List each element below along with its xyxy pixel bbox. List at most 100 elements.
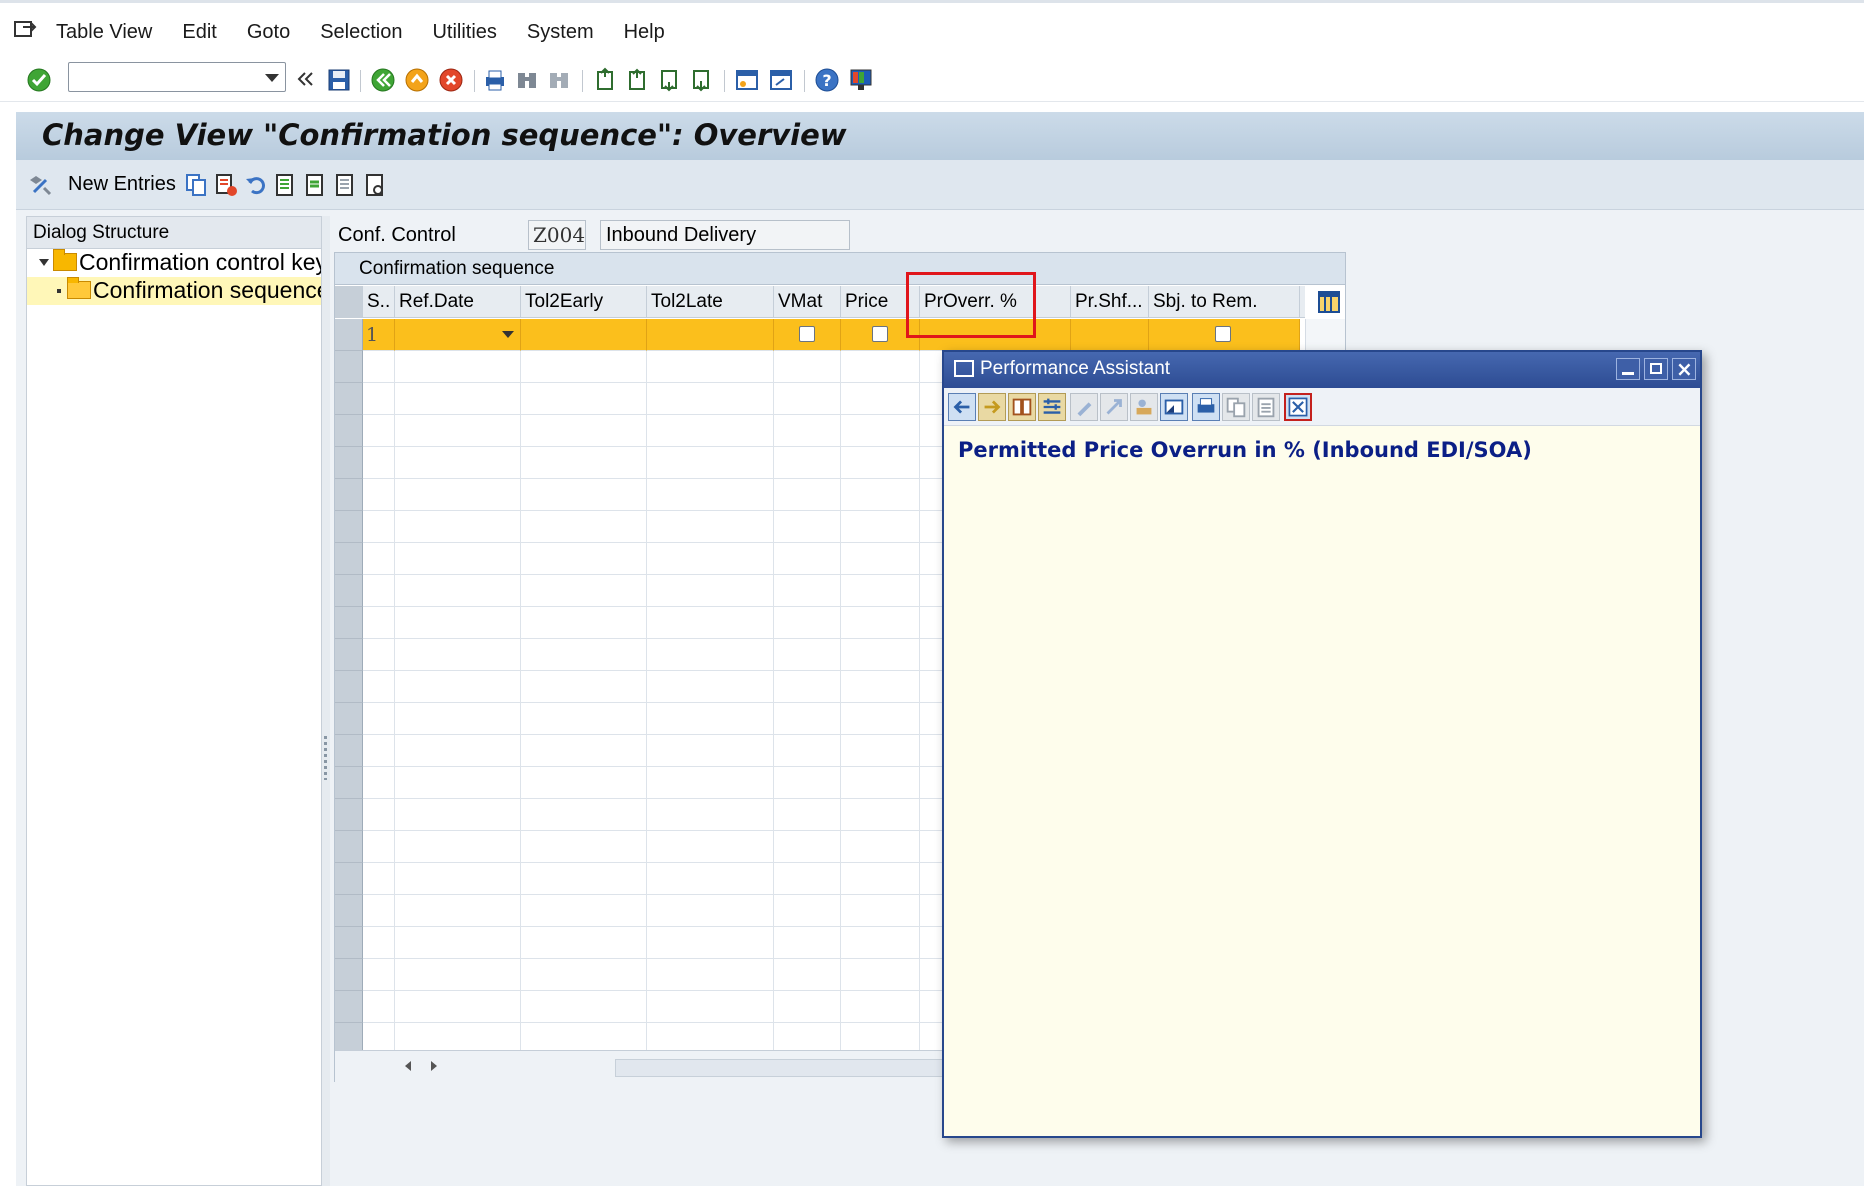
edit-icon[interactable]	[1070, 393, 1098, 421]
cell-seq[interactable]	[363, 959, 395, 991]
back-icon[interactable]	[370, 67, 396, 93]
cell-price[interactable]	[841, 895, 920, 927]
cell-tol-early[interactable]	[521, 799, 647, 831]
print-icon[interactable]	[482, 67, 508, 93]
cell-price[interactable]	[841, 735, 920, 767]
column-header-tol-early[interactable]: Tol2Early	[521, 286, 647, 318]
cell-vmat[interactable]	[774, 511, 841, 543]
cell-vmat[interactable]	[774, 447, 841, 479]
cell-tol-late[interactable]	[647, 415, 774, 447]
cell-vmat[interactable]	[774, 767, 841, 799]
cell-seq[interactable]	[363, 575, 395, 607]
cell-ref-date[interactable]	[395, 575, 521, 607]
menu-utilities[interactable]: Utilities	[432, 21, 496, 44]
maximize-button[interactable]	[1644, 358, 1668, 380]
cell-price[interactable]	[841, 831, 920, 863]
cell-vmat[interactable]	[774, 639, 841, 671]
cell-price[interactable]	[841, 959, 920, 991]
cell-sbj-rem[interactable]	[1149, 319, 1300, 351]
cell-ref-date[interactable]	[395, 831, 521, 863]
cell-tol-early[interactable]	[521, 863, 647, 895]
row-selector[interactable]	[335, 703, 363, 735]
row-selector[interactable]	[335, 447, 363, 479]
cell-tol-late[interactable]	[647, 831, 774, 863]
row-selector[interactable]	[335, 671, 363, 703]
print-help-icon[interactable]	[1192, 393, 1220, 421]
last-page-icon[interactable]	[688, 67, 714, 93]
cell-tol-early[interactable]	[521, 671, 647, 703]
expand-icon[interactable]	[1160, 393, 1188, 421]
cell-prshf[interactable]	[1071, 319, 1149, 351]
cell-seq[interactable]	[363, 799, 395, 831]
menu-system[interactable]: System	[527, 21, 594, 44]
cell-ref-date[interactable]	[395, 927, 521, 959]
select-all-rows[interactable]	[335, 286, 363, 318]
cell-seq[interactable]	[363, 383, 395, 415]
cell-vmat[interactable]	[774, 543, 841, 575]
cell-ref-date[interactable]	[395, 447, 521, 479]
cell-tol-late[interactable]	[647, 575, 774, 607]
cell-ref-date[interactable]	[395, 479, 521, 511]
cell-ref-date[interactable]	[395, 895, 521, 927]
undo-icon[interactable]	[244, 173, 268, 197]
copy-as-icon[interactable]	[184, 173, 208, 197]
cell-tol-late[interactable]	[647, 895, 774, 927]
cell-tol-late[interactable]	[647, 543, 774, 575]
cell-vmat[interactable]	[774, 735, 841, 767]
cell-tol-late[interactable]	[647, 447, 774, 479]
cell-tol-early[interactable]	[521, 319, 647, 351]
documentation-icon[interactable]	[1008, 393, 1036, 421]
display-change-icon[interactable]	[26, 172, 54, 198]
cell-tol-early[interactable]	[521, 351, 647, 383]
row-selector[interactable]	[335, 831, 363, 863]
select-all-icon[interactable]	[274, 173, 298, 197]
cell-ref-date[interactable]	[395, 383, 521, 415]
cell-price[interactable]	[841, 351, 920, 383]
cell-price[interactable]	[841, 671, 920, 703]
close-button[interactable]: ×	[1672, 357, 1696, 381]
minimize-button[interactable]	[1616, 358, 1640, 380]
cell-vmat[interactable]	[774, 383, 841, 415]
cell-tol-early[interactable]	[521, 383, 647, 415]
cancel-icon[interactable]	[438, 67, 464, 93]
cell-tol-early[interactable]	[521, 511, 647, 543]
exit-icon[interactable]	[404, 67, 430, 93]
cell-ref-date[interactable]	[395, 703, 521, 735]
tree-item-confirmation-sequence[interactable]: Confirmation sequence	[27, 277, 321, 305]
cell-tol-early[interactable]	[521, 447, 647, 479]
menu-selection[interactable]: Selection	[320, 21, 402, 44]
variant-icon[interactable]	[364, 173, 388, 197]
cell-tol-late[interactable]	[647, 383, 774, 415]
row-selector[interactable]	[335, 543, 363, 575]
cell-tol-late[interactable]	[647, 991, 774, 1023]
cell-tol-early[interactable]	[521, 639, 647, 671]
cell-ref-date[interactable]	[395, 511, 521, 543]
cell-tol-late[interactable]	[647, 703, 774, 735]
cell-ref-date[interactable]	[395, 415, 521, 447]
menu-help[interactable]: Help	[624, 21, 665, 44]
cell-price[interactable]	[841, 511, 920, 543]
cell-vmat[interactable]	[774, 415, 841, 447]
tree-item-confirmation-control-key[interactable]: Confirmation control key	[27, 249, 321, 277]
cell-seq[interactable]	[363, 351, 395, 383]
find-icon[interactable]	[514, 67, 540, 93]
cell-price[interactable]	[841, 479, 920, 511]
create-session-icon[interactable]	[734, 67, 760, 93]
save-icon[interactable]	[326, 67, 352, 93]
cell-ref-date[interactable]	[395, 351, 521, 383]
cell-tol-late[interactable]	[647, 351, 774, 383]
cell-tol-late[interactable]	[647, 767, 774, 799]
table-settings-icon[interactable]	[1317, 290, 1341, 314]
new-entries-button[interactable]: New Entries	[68, 173, 176, 196]
cell-tol-early[interactable]	[521, 767, 647, 799]
cell-vmat[interactable]	[774, 927, 841, 959]
performance-assistant-titlebar[interactable]: Performance Assistant ×	[944, 352, 1700, 388]
cell-price[interactable]	[841, 927, 920, 959]
cell-seq[interactable]	[363, 831, 395, 863]
row-selector[interactable]	[335, 319, 363, 351]
next-arrow-icon[interactable]	[978, 393, 1006, 421]
select-block-icon[interactable]	[304, 173, 328, 197]
chevron-down-icon[interactable]	[265, 74, 279, 82]
row-selector[interactable]	[335, 607, 363, 639]
cell-tol-early[interactable]	[521, 415, 647, 447]
